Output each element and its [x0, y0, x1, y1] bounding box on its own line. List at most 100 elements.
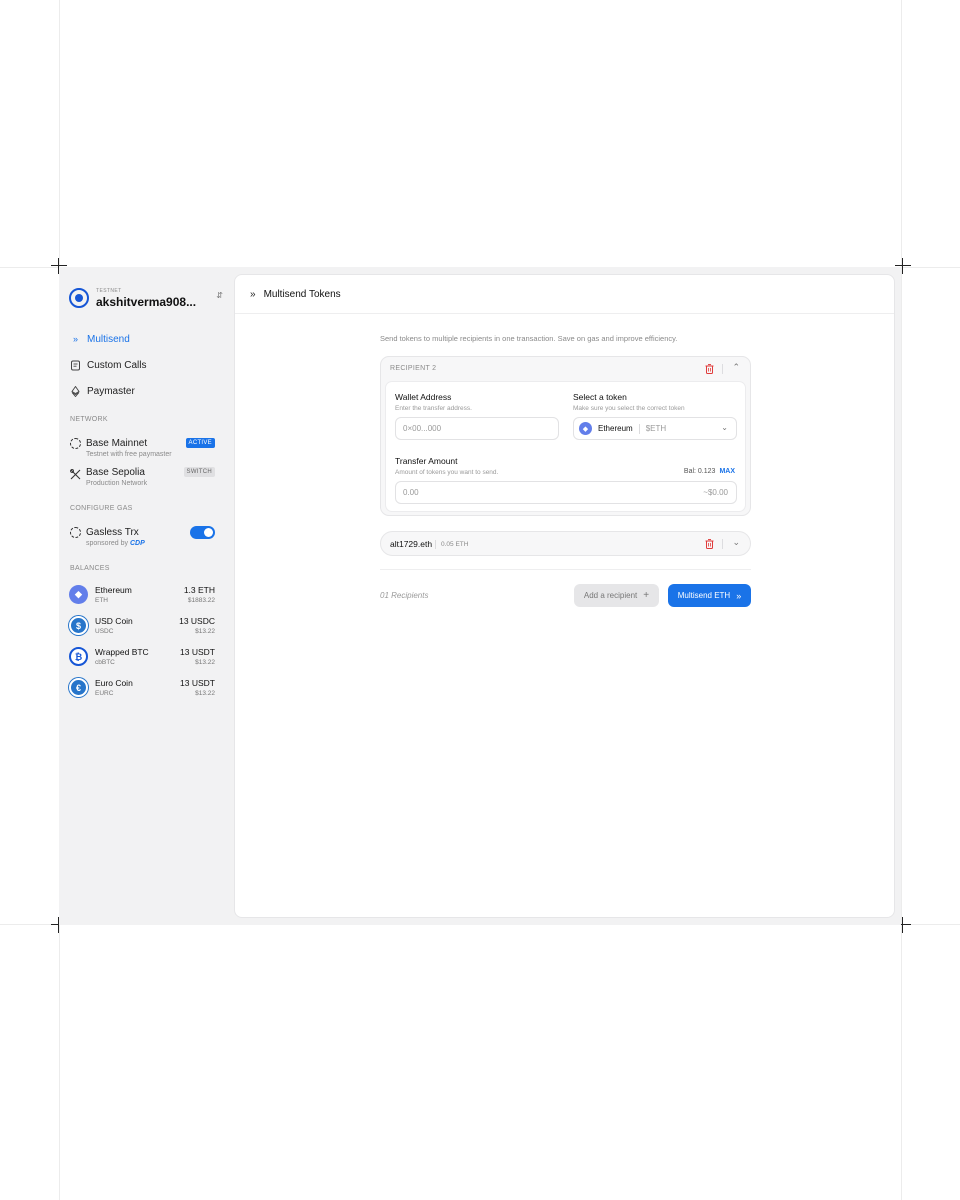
ethereum-icon: ◆ [69, 585, 88, 604]
token-name: Ethereum [95, 585, 132, 595]
network-description: Production Network [86, 480, 148, 487]
balance-indicator: Bal: 0.123 MAX [684, 468, 735, 475]
transfer-amount-input[interactable]: 0.00 ~$0.00 [395, 481, 737, 504]
token-amount: 13 USDT [180, 678, 215, 688]
chevron-down-icon: ⌄ [721, 423, 728, 432]
max-button[interactable]: MAX [719, 468, 735, 475]
usdc-icon: $ [69, 616, 88, 635]
network-base-sepolia[interactable]: Base Sepolia Production Network SWITCH [70, 465, 215, 487]
euro-coin-icon: € [69, 678, 88, 697]
ethereum-icon: ◆ [579, 422, 592, 435]
dashed-circle-icon [70, 526, 81, 538]
token-usd-value: $13.22 [195, 690, 215, 697]
token-symbol: cbBTC [95, 659, 115, 666]
wallet-address-input[interactable]: 0×00...000 [395, 417, 559, 440]
sidebar-item-custom-calls[interactable]: Custom Calls [70, 357, 146, 373]
wallet-address-placeholder: 0×00...000 [403, 424, 442, 433]
divider [722, 539, 723, 549]
sidebar-item-label: Custom Calls [87, 359, 147, 371]
divider [638, 423, 640, 434]
page-description: Send tokens to multiple recipients in on… [380, 334, 678, 343]
sidebar-item-multisend[interactable]: » Multisend [70, 331, 130, 347]
bitcoin-icon: ₿ [69, 647, 88, 666]
page-header: » Multisend Tokens [235, 275, 894, 314]
page-title: Multisend Tokens [263, 288, 341, 300]
divider [722, 364, 723, 374]
token-usd-value: $1883.22 [187, 597, 215, 604]
token-name: Wrapped BTC [95, 647, 149, 657]
gasless-trx-label: Gasless Trx [86, 526, 139, 538]
sidebar-item-paymaster[interactable]: Paymaster [70, 383, 135, 399]
switch-network-button[interactable]: SWITCH [183, 467, 215, 477]
double-chevron-right-icon: » [72, 334, 78, 344]
network-base-mainnet[interactable]: Base Mainnet Testnet with free paymaster… [70, 436, 215, 458]
selected-token-name: Ethereum [598, 424, 633, 433]
app-window: TESTNET akshitverma908... ⇵ » Multisend … [59, 267, 901, 925]
recipient-card: RECIPIENT 2 ⌃ Wallet Address Enter the t… [380, 356, 751, 516]
gasless-toggle[interactable] [190, 526, 215, 539]
transfer-amount-placeholder: 0.00 [403, 488, 419, 497]
sponsor-name: CDP [129, 540, 145, 547]
tools-icon [70, 467, 81, 479]
selected-token-symbol: $ETH [645, 424, 667, 433]
token-symbol: USDC [95, 628, 114, 635]
balance-row: € Euro Coin EURC 13 USDT $13.22 [69, 677, 215, 699]
account-avatar-icon [69, 288, 89, 308]
chevron-up-down-icon: ⇵ [216, 291, 223, 300]
add-recipient-label: Add a recipient [583, 591, 638, 600]
account-network-tag: TESTNET [96, 287, 122, 294]
recipient-count: 01 Recipients [380, 591, 429, 600]
trash-icon[interactable] [705, 364, 714, 374]
document-icon [70, 360, 81, 371]
account-switcher[interactable]: TESTNET akshitverma908... ⇵ [69, 287, 223, 309]
sidebar: TESTNET akshitverma908... ⇵ » Multisend … [59, 267, 234, 925]
sidebar-item-label: Multisend [87, 333, 130, 345]
recipient-label: RECIPIENT 2 [390, 365, 437, 372]
balance-row: $ USD Coin USDC 13 USDC $13.22 [69, 615, 215, 637]
multisend-button[interactable]: Multisend ETH » [668, 584, 751, 607]
double-chevron-right-icon: » [250, 288, 256, 300]
sponsor-line: sponsored by CDP [86, 540, 215, 547]
token-amount: 13 USDC [179, 616, 215, 626]
recipient-amount: 0.05 ETH [441, 541, 469, 548]
trash-icon[interactable] [705, 539, 714, 549]
plus-icon: + [643, 590, 650, 601]
divider [435, 540, 436, 549]
transfer-amount-label: Transfer Amount [395, 456, 458, 466]
double-chevron-right-icon: » [736, 590, 742, 601]
account-name: akshitverma908... [96, 294, 197, 309]
status-badge: ACTIVE [185, 438, 215, 448]
recipient-address: alt1729.eth [390, 539, 433, 549]
footer-divider [380, 569, 751, 570]
token-name: USD Coin [95, 616, 133, 626]
network-name: Base Mainnet [86, 437, 148, 449]
network-description: Testnet with free paymaster [86, 451, 172, 458]
recipient-form: Wallet Address Enter the transfer addres… [385, 381, 746, 512]
main-panel: » Multisend Tokens Send tokens to multip… [234, 274, 895, 918]
select-token-label: Select a token [573, 392, 627, 402]
sidebar-item-label: Paymaster [87, 385, 135, 397]
balance-row: ₿ Wrapped BTC cbBTC 13 USDT $13.22 [69, 646, 215, 668]
chevron-up-icon[interactable]: ⌃ [732, 362, 740, 373]
add-recipient-button[interactable]: Add a recipient + [574, 584, 659, 607]
usd-estimate: ~$0.00 [703, 488, 728, 497]
token-select[interactable]: ◆ Ethereum $ETH ⌄ [573, 417, 737, 440]
token-symbol: ETH [95, 597, 108, 604]
recipient-card-header[interactable]: RECIPIENT 2 ⌃ [381, 357, 750, 381]
token-amount: 1.3 ETH [183, 585, 215, 595]
balance-value: Bal: 0.123 [683, 468, 716, 475]
guide-line [901, 0, 902, 1200]
ethereum-outline-icon [70, 385, 81, 397]
token-amount: 13 USDT [180, 647, 215, 657]
collapsed-recipient[interactable]: alt1729.eth 0.05 ETH ⌄ [380, 531, 751, 556]
gas-section-label: CONFIGURE GAS [70, 505, 133, 512]
select-token-hint: Make sure you select the correct token [573, 405, 685, 412]
token-symbol: EURC [95, 690, 114, 697]
transfer-amount-hint: Amount of tokens you want to send. [395, 469, 499, 476]
chevron-down-icon[interactable]: ⌄ [732, 537, 740, 548]
token-usd-value: $13.22 [195, 659, 215, 666]
dashed-circle-icon [70, 437, 81, 449]
sponsor-prefix: sponsored by [86, 540, 129, 547]
balance-row: ◆ Ethereum ETH 1.3 ETH $1883.22 [69, 584, 215, 606]
multisend-label: Multisend ETH [677, 591, 731, 600]
